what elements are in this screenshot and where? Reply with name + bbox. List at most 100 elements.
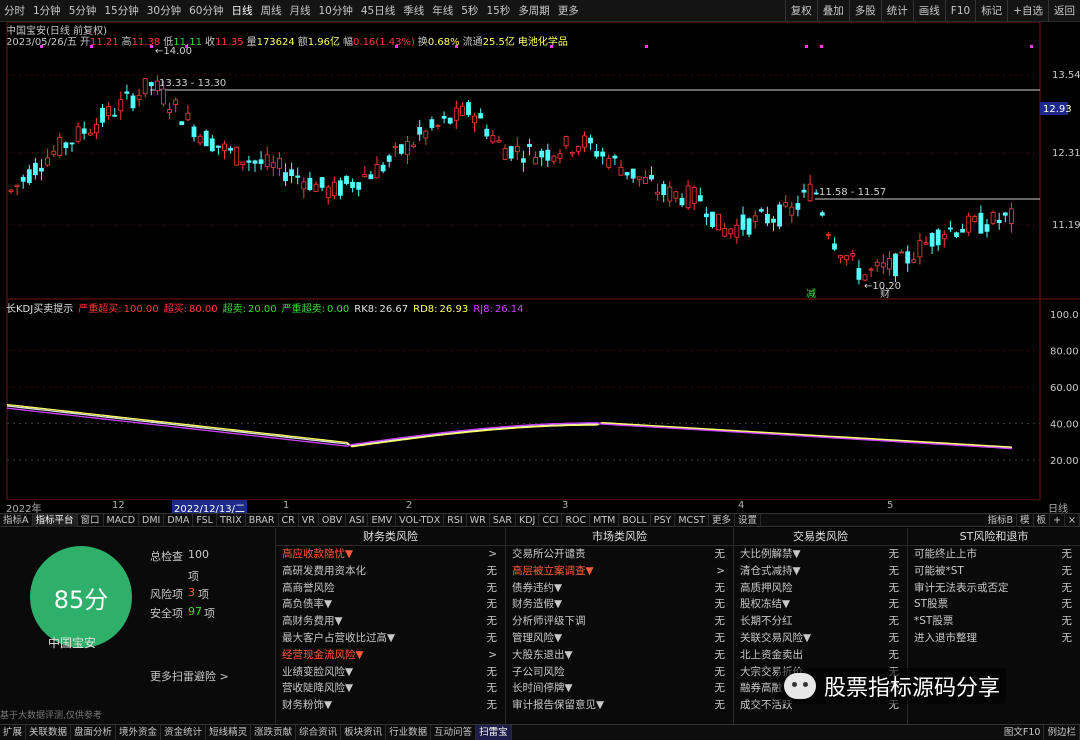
risk-row[interactable]: ST股票 无 (908, 596, 1080, 613)
period-tab-13[interactable]: 5秒 (457, 0, 482, 22)
risk-row[interactable]: 长时间停牌▼ 无 (506, 680, 733, 697)
risk-row[interactable]: 关联交易风险▼ 无 (734, 630, 907, 647)
indicator-tab-8[interactable]: BRAR (246, 513, 279, 527)
risk-row[interactable]: 经营现金流风险▼ > (276, 647, 505, 664)
indicator-tab-18[interactable]: KDJ (516, 513, 540, 527)
risk-row[interactable]: 大比例解禁▼ 无 (734, 546, 907, 563)
more-scan-link[interactable]: 更多扫雷避险 > (150, 668, 229, 684)
indicator-tab-20[interactable]: ROC (562, 513, 591, 527)
risk-row[interactable]: 高层被立案调查▼ > (506, 563, 733, 580)
bottom-tab-11[interactable]: 扫雷宝 (476, 725, 512, 740)
indicator-tab-10[interactable]: VR (299, 513, 319, 527)
period-tab-10[interactable]: 45日线 (357, 0, 399, 22)
risk-row[interactable]: 高应收款隐忧▼ > (276, 546, 505, 563)
period-tab-4[interactable]: 30分钟 (143, 0, 185, 22)
risk-row[interactable]: 高质押风险 无 (734, 580, 907, 597)
risk-row[interactable]: 营收陡降风险▼ 无 (276, 680, 505, 697)
indicator-tab-7[interactable]: TRIX (217, 513, 246, 527)
toolbar-button-8[interactable]: 返回 (1048, 0, 1080, 22)
indicator-tab-23[interactable]: PSY (651, 513, 676, 527)
risk-row[interactable]: 高商誉风险 无 (276, 580, 505, 597)
period-tab-0[interactable]: 分时 (0, 0, 29, 22)
risk-row[interactable]: 债券违约▼ 无 (506, 580, 733, 597)
bottom-right-0[interactable]: 图文F10 (1001, 725, 1045, 740)
indicator-right-4[interactable]: × (1065, 513, 1080, 527)
bottom-tab-5[interactable]: 短线精灵 (206, 725, 252, 740)
risk-row[interactable]: 可能被*ST 无 (908, 563, 1080, 580)
indicator-tab-1[interactable]: 指标平台 (32, 513, 78, 527)
indicator-tab-22[interactable]: BOLL (619, 513, 651, 527)
bottom-tab-0[interactable]: 扩展 (0, 725, 27, 740)
risk-row[interactable]: 财务造假▼ 无 (506, 596, 733, 613)
bottom-tab-9[interactable]: 行业数据 (386, 725, 432, 740)
toolbar-button-3[interactable]: 统计 (880, 0, 913, 22)
period-tab-12[interactable]: 年线 (428, 0, 457, 22)
toolbar-button-7[interactable]: +自选 (1007, 0, 1048, 22)
risk-row[interactable]: 股权冻结▼ 无 (734, 596, 907, 613)
toolbar-button-2[interactable]: 多股 (848, 0, 881, 22)
period-tab-1[interactable]: 1分钟 (29, 0, 65, 22)
bottom-tab-4[interactable]: 资金统计 (161, 725, 207, 740)
indicator-tab-19[interactable]: CCI (539, 513, 563, 527)
indicator-tab-9[interactable]: CR (279, 513, 299, 527)
period-tab-11[interactable]: 季线 (399, 0, 428, 22)
toolbar-button-6[interactable]: 标记 (975, 0, 1007, 22)
period-tab-3[interactable]: 15分钟 (100, 0, 142, 22)
period-tab-9[interactable]: 10分钟 (315, 0, 357, 22)
bottom-tab-7[interactable]: 综合资讯 (296, 725, 342, 740)
bottom-right-1[interactable]: 例边栏 (1044, 725, 1080, 740)
risk-row[interactable]: 最大客户占营收比过高▼ 无 (276, 630, 505, 647)
bottom-tab-6[interactable]: 涨跌贡献 (251, 725, 297, 740)
risk-row[interactable]: 管理风险▼ 无 (506, 630, 733, 647)
indicator-right-2[interactable]: 板 (1034, 513, 1051, 527)
risk-row[interactable]: 高财务费用▼ 无 (276, 613, 505, 630)
risk-row[interactable]: 可能终止上市 无 (908, 546, 1080, 563)
period-tab-14[interactable]: 15秒 (482, 0, 514, 22)
indicator-tab-14[interactable]: VOL-TDX (396, 513, 445, 527)
indicator-tab-12[interactable]: ASI (346, 513, 369, 527)
bottom-tab-3[interactable]: 境外资金 (116, 725, 162, 740)
indicator-tab-25[interactable]: 更多 (709, 513, 736, 527)
indicator-tab-17[interactable]: SAR (490, 513, 517, 527)
indicator-tab-6[interactable]: FSL (193, 513, 217, 527)
indicator-tab-15[interactable]: RSI (444, 513, 467, 527)
period-tab-2[interactable]: 5分钟 (65, 0, 101, 22)
toolbar-button-5[interactable]: F10 (944, 0, 975, 22)
bottom-tab-10[interactable]: 互动问答 (431, 725, 477, 740)
indicator-tab-4[interactable]: DMI (139, 513, 165, 527)
indicator-right-3[interactable]: + (1050, 513, 1066, 527)
period-tab-8[interactable]: 月线 (286, 0, 315, 22)
indicator-tab-13[interactable]: EMV (368, 513, 397, 527)
indicator-right-0[interactable]: 指标B (985, 513, 1018, 527)
risk-row[interactable]: 子公司风险 无 (506, 664, 733, 681)
indicator-tab-21[interactable]: MTM (590, 513, 620, 527)
indicator-tab-24[interactable]: MCST (675, 513, 710, 527)
risk-row[interactable]: 清仓式减持▼ 无 (734, 563, 907, 580)
risk-row[interactable]: 高研发费用资本化 无 (276, 563, 505, 580)
risk-row[interactable]: 业绩变脸风险▼ 无 (276, 664, 505, 681)
toolbar-button-4[interactable]: 画线 (912, 0, 945, 22)
period-tab-16[interactable]: 更多 (554, 0, 583, 22)
risk-row[interactable]: 高负债率▼ 无 (276, 596, 505, 613)
toolbar-button-0[interactable]: 复权 (784, 0, 817, 22)
risk-row[interactable]: *ST股票 无 (908, 613, 1080, 630)
bottom-tab-2[interactable]: 盘面分析 (71, 725, 117, 740)
indicator-tab-5[interactable]: DMA (164, 513, 194, 527)
indicator-tab-0[interactable]: 指标A (0, 513, 33, 527)
indicator-tab-2[interactable]: 窗口 (78, 513, 104, 527)
indicator-tab-26[interactable]: 设置 (735, 513, 762, 527)
bottom-tab-1[interactable]: 关联数据 (26, 725, 72, 740)
risk-row[interactable]: 进入退市整理 无 (908, 630, 1080, 647)
risk-row[interactable]: 交易所公开谴责 无 (506, 546, 733, 563)
risk-row[interactable]: 北上资金卖出 无 (734, 647, 907, 664)
indicator-right-1[interactable]: 模 (1017, 513, 1034, 527)
period-tab-7[interactable]: 周线 (257, 0, 286, 22)
risk-row[interactable]: 分析师评级下调 无 (506, 613, 733, 630)
indicator-tab-3[interactable]: MACD (104, 513, 140, 527)
indicator-tab-16[interactable]: WR (467, 513, 490, 527)
chart-area[interactable]: 13.5412.3111.1912.93←14.0013.33 - 13.301… (0, 22, 1080, 500)
period-tab-6[interactable]: 日线 (228, 0, 257, 22)
period-tab-15[interactable]: 多周期 (514, 0, 554, 22)
risk-row[interactable]: 大股东退出▼ 无 (506, 647, 733, 664)
risk-row[interactable]: 审计报告保留意见▼ 无 (506, 697, 733, 714)
